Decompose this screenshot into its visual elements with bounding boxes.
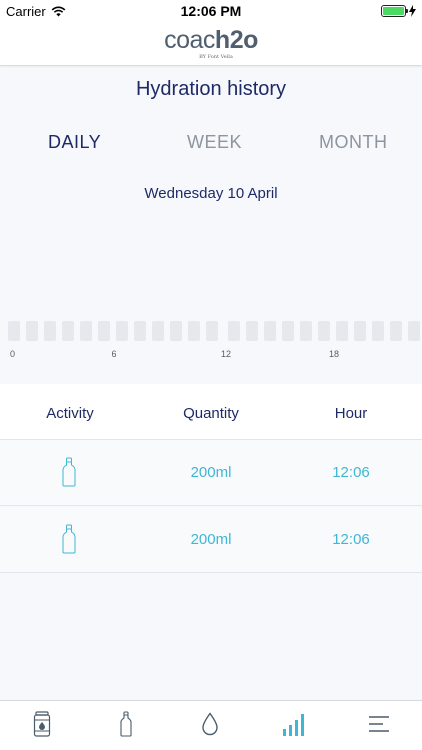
- history-table: Activity Quantity Hour 200ml 12:06 200ml…: [0, 384, 422, 700]
- chart-bar-hour-0: [8, 321, 20, 341]
- tab-bar-item-jar[interactable]: [27, 709, 57, 739]
- chart-bar-hour-10: [188, 321, 200, 341]
- page-title: Hydration history: [135, 78, 287, 100]
- bottle-icon: [62, 524, 76, 554]
- bottom-tab-bar: [0, 700, 422, 750]
- table-header: Activity Quantity Hour: [0, 384, 422, 440]
- chart-bar-hour-8: [152, 321, 164, 341]
- tab-bar-item-bottle[interactable]: [111, 709, 141, 739]
- chart-bar-hour-5: [98, 321, 110, 341]
- chart-bar-hour-13: [246, 321, 258, 341]
- period-tabs: DAILY WEEK MONTH: [0, 132, 422, 156]
- row-hour: 12:06: [332, 464, 370, 481]
- drop-icon: [202, 712, 218, 736]
- chart-bar-hour-15: [282, 321, 294, 341]
- x-tick-label: 18: [329, 349, 339, 359]
- selected-date: Wednesday 10 April: [144, 185, 278, 202]
- table-row[interactable]: 200ml 12:06: [0, 507, 422, 573]
- column-quantity: Quantity: [183, 405, 239, 422]
- chart-bar-hour-22: [408, 321, 420, 341]
- tab-bar-item-history[interactable]: [280, 709, 310, 739]
- chart-bar-hour-9: [170, 321, 182, 341]
- tab-month[interactable]: MONTH: [319, 132, 388, 153]
- battery-icon: [381, 5, 408, 17]
- chart-bar-hour-11: [206, 321, 218, 341]
- bar-chart-icon: [283, 714, 304, 736]
- hydration-chart: 06121823: [0, 210, 422, 370]
- logo-subtitle: BY Font Vella: [199, 54, 233, 60]
- jar-icon: [33, 711, 51, 737]
- app-logo: coach2o: [0, 26, 422, 55]
- chart-bar-hour-3: [62, 321, 74, 341]
- bottle-icon: [120, 711, 132, 737]
- table-row[interactable]: 200ml 12:06: [0, 440, 422, 506]
- tab-daily[interactable]: DAILY: [48, 132, 101, 153]
- battery-group: [381, 5, 416, 17]
- chart-bar-hour-16: [300, 321, 312, 341]
- charging-icon: [409, 5, 416, 17]
- chart-bar-hour-4: [80, 321, 92, 341]
- tab-bar-item-drop[interactable]: [195, 709, 225, 739]
- row-hour: 12:06: [332, 531, 370, 548]
- bottle-icon: [62, 457, 76, 487]
- chart-bar-hour-20: [372, 321, 384, 341]
- x-tick-label: 0: [10, 349, 15, 359]
- x-tick-label: 6: [111, 349, 116, 359]
- chart-bar-hour-21: [390, 321, 402, 341]
- chart-bar-hour-12: [228, 321, 240, 341]
- nav-bar: coach2o BY Font Vella: [0, 22, 422, 66]
- logo-light-text: coac: [164, 26, 215, 54]
- x-tick-label: 12: [221, 349, 231, 359]
- column-hour: Hour: [334, 405, 368, 422]
- tab-week[interactable]: WEEK: [187, 132, 242, 153]
- chart-bar-hour-2: [44, 321, 56, 341]
- chart-bar-hour-14: [264, 321, 276, 341]
- chart-bar-hour-17: [318, 321, 330, 341]
- logo-bold-text: h2o: [214, 26, 258, 54]
- row-quantity: 200ml: [190, 531, 232, 548]
- menu-icon: [369, 716, 389, 732]
- chart-bar-hour-19: [354, 321, 366, 341]
- chart-svg: 06121823: [8, 321, 420, 359]
- chart-bar-hour-18: [336, 321, 348, 341]
- status-bar: Carrier 12:06 PM: [0, 0, 422, 22]
- chart-bar-hour-1: [26, 321, 38, 341]
- row-quantity: 200ml: [190, 464, 232, 481]
- status-time: 12:06 PM: [180, 3, 242, 19]
- tab-bar-item-menu[interactable]: [364, 709, 394, 739]
- chart-bar-hour-7: [134, 321, 146, 341]
- chart-bar-hour-6: [116, 321, 128, 341]
- column-activity: Activity: [46, 405, 94, 422]
